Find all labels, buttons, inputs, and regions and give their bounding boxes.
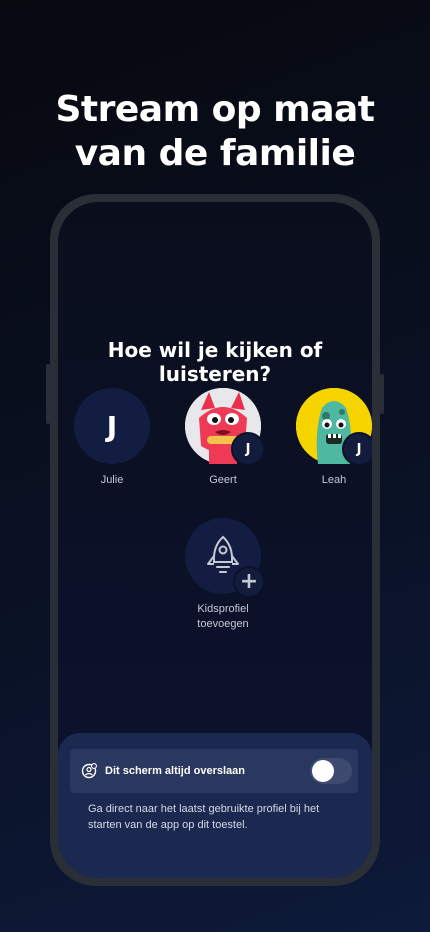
profile-name: Julie bbox=[100, 474, 124, 486]
add-kids-profile-button[interactable]: + Kidsprofiel toevoegen bbox=[183, 518, 265, 632]
profile-name: Leah bbox=[321, 474, 347, 486]
profile-switch-icon bbox=[81, 763, 97, 779]
add-profile-avatar: + bbox=[185, 518, 265, 598]
phone-frame: Hoe wil je kijken of luisteren? J Julie bbox=[46, 194, 384, 886]
plus-icon: + bbox=[233, 566, 265, 598]
headline: Stream op maat van de familie bbox=[0, 88, 430, 176]
profile-badge: J bbox=[342, 432, 372, 466]
phone-side-button-left bbox=[46, 364, 50, 424]
avatar: J bbox=[296, 388, 372, 466]
profile-name: Geert bbox=[209, 474, 237, 486]
add-kids-label-line-1: Kidsprofiel bbox=[197, 603, 249, 615]
headline-line-1: Stream op maat bbox=[55, 89, 376, 130]
profile-question: Hoe wil je kijken of luisteren? bbox=[107, 338, 323, 386]
skip-screen-sheet: Dit scherm altijd overslaan Ga direct na… bbox=[58, 733, 372, 878]
toggle-knob bbox=[312, 760, 334, 782]
skip-screen-label: Dit scherm altijd overslaan bbox=[105, 765, 245, 777]
phone-screen: Hoe wil je kijken of luisteren? J Julie bbox=[58, 202, 372, 878]
skip-screen-description: Ga direct naar het laatst gebruikte prof… bbox=[88, 803, 320, 831]
phone-side-button-right bbox=[380, 374, 384, 414]
avatar-initial: J bbox=[106, 409, 118, 443]
skip-screen-row[interactable]: Dit scherm altijd overslaan bbox=[70, 749, 358, 793]
avatar: J bbox=[74, 388, 150, 464]
skip-screen-toggle[interactable] bbox=[310, 758, 352, 784]
profile-leah[interactable]: J Leah bbox=[294, 388, 372, 486]
profile-julie[interactable]: J Julie bbox=[72, 388, 152, 486]
headline-line-2: van de familie bbox=[74, 133, 356, 174]
add-kids-profile-label: Kidsprofiel toevoegen bbox=[183, 602, 263, 632]
profile-badge: J bbox=[231, 432, 265, 466]
add-kids-label-line-2: toevoegen bbox=[197, 618, 249, 630]
avatar: J bbox=[185, 388, 265, 466]
profile-geert[interactable]: J Geert bbox=[183, 388, 265, 486]
